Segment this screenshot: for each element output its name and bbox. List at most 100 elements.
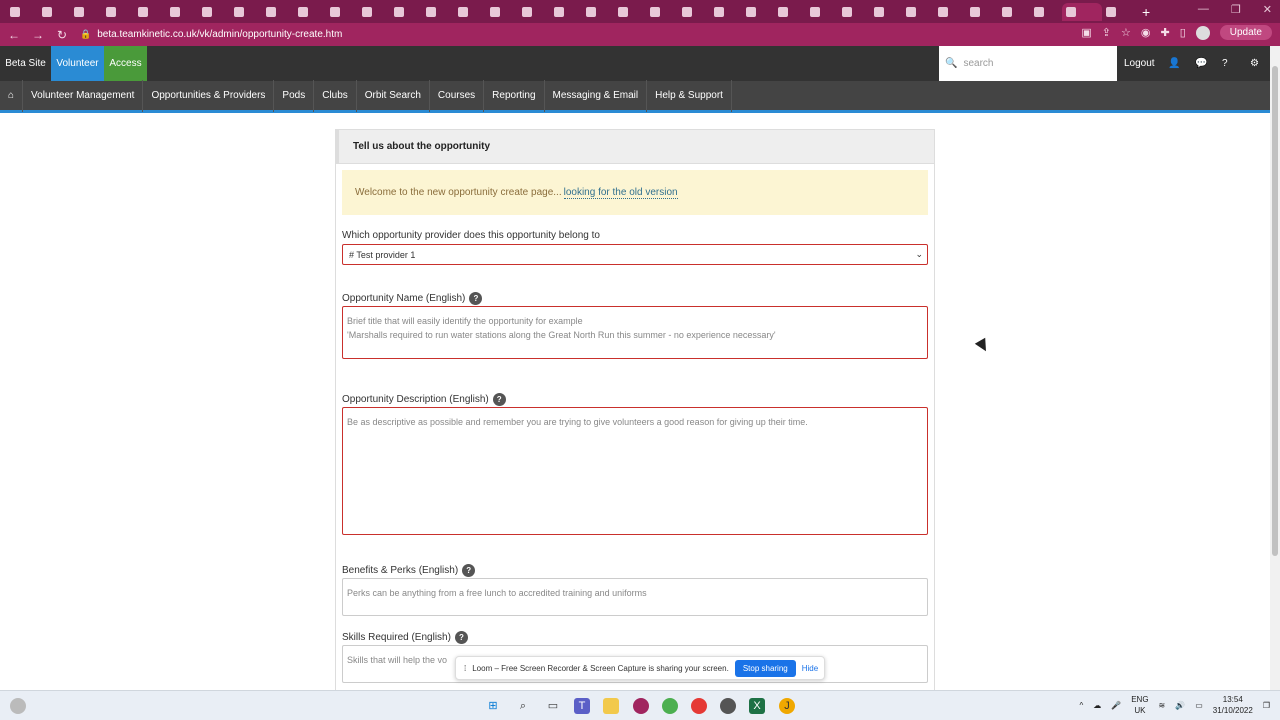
browser-tab[interactable] <box>806 3 838 21</box>
chrome-profile-icon[interactable] <box>662 698 678 714</box>
teams-icon[interactable]: T <box>574 698 590 714</box>
browser-tab[interactable] <box>6 3 38 21</box>
chat-icon[interactable]: 💬 <box>1195 46 1207 81</box>
clock[interactable]: 13:54 31/10/2022 <box>1213 694 1253 716</box>
browser-tab[interactable] <box>422 3 454 21</box>
mic-icon[interactable]: 🎤 <box>1111 701 1121 710</box>
new-tab-button[interactable]: + <box>1142 4 1150 20</box>
browser-tab[interactable] <box>294 3 326 21</box>
old-version-link[interactable]: looking for the old version <box>563 187 678 199</box>
help-icon[interactable]: ? <box>1222 46 1228 81</box>
excel-icon[interactable]: X <box>749 698 765 714</box>
logout-link[interactable]: Logout <box>1124 46 1155 81</box>
weather-icon[interactable] <box>10 698 26 714</box>
nav-item-help-support[interactable]: Help & Support <box>647 79 732 112</box>
browser-tab[interactable] <box>70 3 102 21</box>
url-field[interactable]: 🔒 beta.teamkinetic.co.uk/vk/admin/opport… <box>80 29 342 40</box>
browser-tab[interactable] <box>166 3 198 21</box>
browser-tab[interactable] <box>582 3 614 21</box>
notification-icon[interactable]: ❐ <box>1263 701 1270 710</box>
file-explorer-icon[interactable] <box>603 698 619 714</box>
camera-icon[interactable]: ▣ <box>1081 26 1091 39</box>
browser-tab[interactable] <box>1030 3 1062 21</box>
puzzle-icon[interactable]: ✚ <box>1160 26 1169 39</box>
browser-tab[interactable] <box>1062 2 1102 21</box>
search-input[interactable]: 🔍 search <box>939 46 1117 81</box>
beta-site-button[interactable]: Beta Site <box>0 46 51 81</box>
sidepanel-icon[interactable]: ▯ <box>1180 26 1186 39</box>
browser-tab[interactable] <box>550 3 582 21</box>
wifi-icon[interactable]: ≋ <box>1159 701 1166 710</box>
back-icon[interactable]: ← <box>4 28 24 42</box>
search-taskbar-icon[interactable]: ⌕ <box>515 698 531 714</box>
opportunity-description-field[interactable]: Be as descriptive as possible and rememb… <box>342 407 928 535</box>
battery-icon[interactable]: ▭ <box>1195 701 1203 710</box>
browser-tab[interactable] <box>38 3 70 21</box>
nav-item-opportunities-providers[interactable]: Opportunities & Providers <box>143 79 275 112</box>
profile-avatar[interactable] <box>1195 25 1210 40</box>
chrome-icon[interactable] <box>633 698 649 714</box>
volunteer-button[interactable]: Volunteer <box>51 46 104 81</box>
nav-item-volunteer-management[interactable]: Volunteer Management <box>23 79 144 112</box>
browser-tab[interactable] <box>518 3 550 21</box>
opportunity-name-field[interactable]: Brief title that will easily identify th… <box>342 306 928 359</box>
nav-item-messaging-email[interactable]: Messaging & Email <box>545 79 648 112</box>
access-button[interactable]: Access <box>104 46 147 81</box>
browser-tab[interactable] <box>710 3 742 21</box>
update-button[interactable]: Update <box>1219 25 1272 40</box>
browser-tab[interactable] <box>678 3 710 21</box>
nav-item-clubs[interactable]: Clubs <box>314 79 357 112</box>
task-view-icon[interactable]: ▭ <box>545 698 561 714</box>
nav-item-courses[interactable]: Courses <box>430 79 485 112</box>
chevron-up-icon[interactable]: ^ <box>1079 701 1083 710</box>
share-icon[interactable]: ⇪ <box>1102 26 1111 39</box>
user-icon[interactable]: 👤 <box>1168 46 1180 81</box>
reload-icon[interactable]: ↻ <box>52 28 72 42</box>
browser-tab[interactable] <box>134 3 166 21</box>
name-help-icon[interactable]: ? <box>469 292 483 305</box>
browser-tab[interactable] <box>486 3 518 21</box>
browser-tab[interactable] <box>102 3 134 21</box>
provider-select[interactable]: # Test provider 1 ⌄ <box>342 244 928 265</box>
browser-tab[interactable] <box>774 3 806 21</box>
language-indicator[interactable]: ENG UK <box>1131 694 1148 716</box>
browser-tab[interactable] <box>198 3 230 21</box>
browser-tab[interactable] <box>934 3 966 21</box>
page-scrollbar[interactable] <box>1270 46 1280 690</box>
minimize-icon[interactable]: — <box>1198 3 1209 16</box>
chrome-alt-icon[interactable] <box>720 698 736 714</box>
close-window-icon[interactable]: ✕ <box>1263 3 1272 16</box>
skills-help-icon[interactable]: ? <box>454 631 468 644</box>
browser-tab[interactable] <box>230 3 262 21</box>
browser-tab[interactable] <box>966 3 998 21</box>
bookmark-star-icon[interactable]: ☆ <box>1121 26 1131 39</box>
scroll-thumb[interactable] <box>1272 66 1278 556</box>
speaker-icon[interactable]: 🔊 <box>1175 701 1185 710</box>
stop-sharing-button[interactable]: Stop sharing <box>734 659 796 677</box>
browser-tab[interactable] <box>614 3 646 21</box>
browser-tab[interactable] <box>1102 3 1134 21</box>
browser-tab[interactable] <box>998 3 1030 21</box>
browser-tab[interactable] <box>390 3 422 21</box>
start-icon[interactable]: ⊞ <box>485 698 501 714</box>
browser-tab[interactable] <box>902 3 934 21</box>
browser-tab[interactable] <box>838 3 870 21</box>
settings-icon[interactable]: ⚙ <box>1250 46 1259 81</box>
nav-item-reporting[interactable]: Reporting <box>484 79 545 112</box>
url-text[interactable]: beta.teamkinetic.co.uk/vk/admin/opportun… <box>97 29 342 40</box>
browser-tab[interactable] <box>870 3 902 21</box>
extension-icon[interactable]: ◉ <box>1141 26 1151 39</box>
drag-handle-icon[interactable]: ⁞ <box>464 664 466 673</box>
home-icon[interactable]: ⌂ <box>0 79 24 112</box>
browser-tab[interactable] <box>742 3 774 21</box>
app-icon[interactable] <box>691 698 707 714</box>
browser-tab[interactable] <box>454 3 486 21</box>
app-j-icon[interactable]: J <box>779 698 795 714</box>
browser-tab[interactable] <box>262 3 294 21</box>
benefits-perks-field[interactable]: Perks can be anything from a free lunch … <box>342 578 928 616</box>
description-help-icon[interactable]: ? <box>492 393 506 406</box>
browser-tab[interactable] <box>646 3 678 21</box>
browser-tab[interactable] <box>326 3 358 21</box>
forward-icon[interactable]: → <box>28 28 48 42</box>
nav-item-pods[interactable]: Pods <box>274 79 315 112</box>
